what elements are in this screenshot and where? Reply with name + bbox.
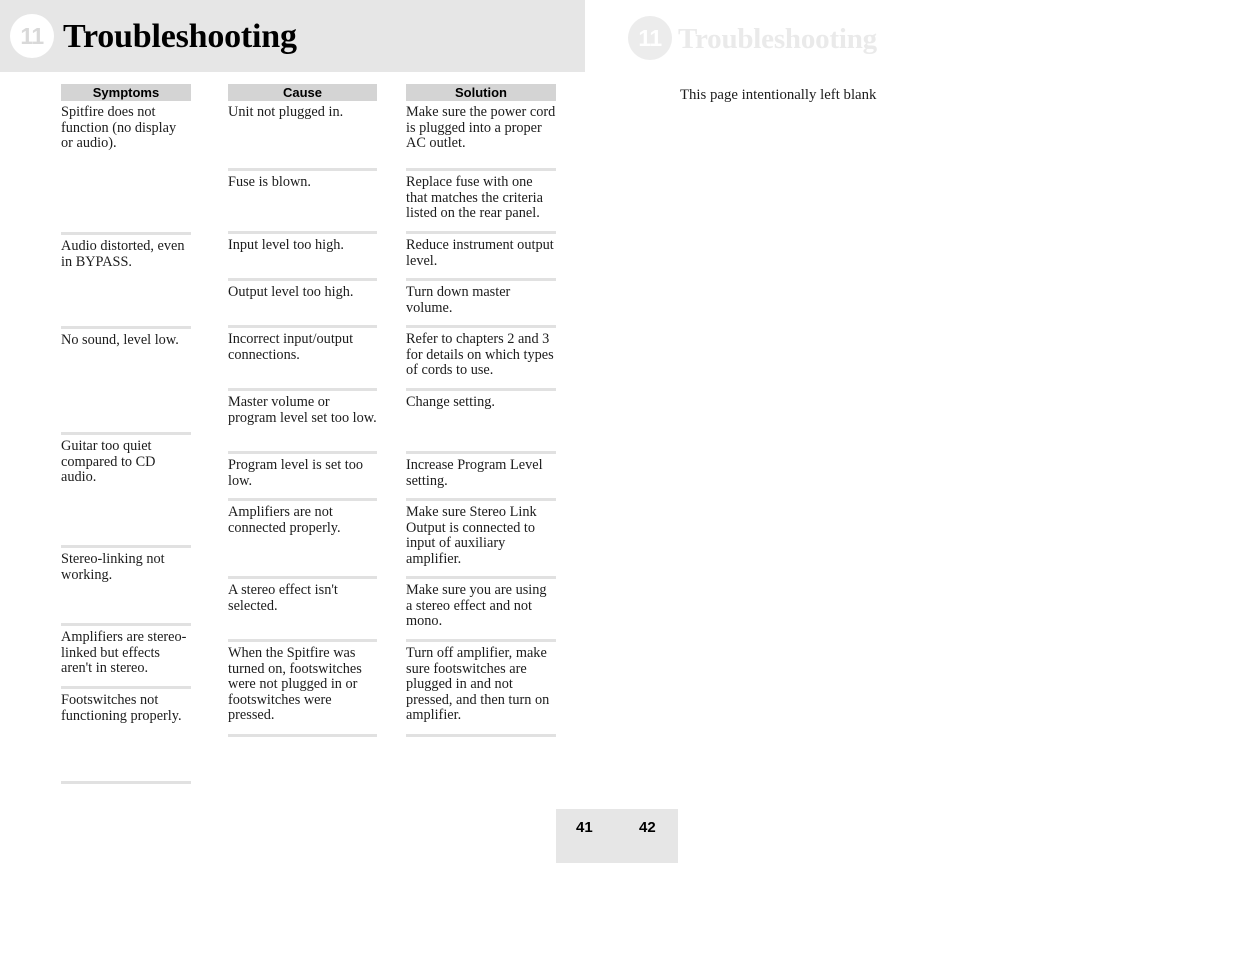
- table-cell-text: Amplifiers are stereo-linked but effects…: [61, 629, 187, 676]
- table-cell-text: Incorrect input/output connections.: [228, 331, 354, 363]
- chapter-header-banner: 11 Troubleshooting: [0, 0, 585, 72]
- right-page-title: Troubleshooting: [678, 23, 877, 55]
- right-page: 11 Troubleshooting This page intentional…: [620, 0, 1235, 954]
- table-cell-text: Refer to chapters 2 and 3 for details on…: [406, 331, 554, 378]
- table-cell-text: When the Spitfire was turned on, footswi…: [228, 645, 362, 723]
- table-cell: Spitfire does not function (no display o…: [61, 101, 191, 235]
- table-cell: Fuse is blown.: [228, 171, 377, 234]
- table-cell-text: Guitar too quiet compared to CD audio.: [61, 438, 156, 485]
- table-cell-text: Output level too high.: [228, 284, 354, 300]
- table-cell-text: No sound, level low.: [61, 332, 179, 348]
- table-cell: Audio distorted, even in BYPASS.: [61, 235, 191, 329]
- table-cell: A stereo effect isn't selected.: [228, 579, 377, 642]
- table-cell-text: Input level too high.: [228, 237, 344, 253]
- table-column-solution: Solution Make sure the power cord is plu…: [406, 84, 556, 737]
- table-cell-text: Stereo-linking not working.: [61, 551, 165, 583]
- table-cell-text: Program level is set too low.: [228, 457, 364, 489]
- table-cell-text: Increase Program Level setting.: [406, 457, 543, 489]
- page-title: Troubleshooting: [63, 18, 297, 55]
- table-cell-text: Spitfire does not function (no display o…: [61, 104, 177, 151]
- table-cell: Replace fuse with one that matches the c…: [406, 171, 556, 234]
- table-cell: Input level too high.: [228, 234, 377, 281]
- page-number-footer: 41 42: [556, 809, 678, 863]
- chapter-number-badge: 11: [10, 14, 54, 58]
- table-cell: Change setting.: [406, 391, 556, 454]
- table-cell: Output level too high.: [228, 281, 377, 328]
- column-header-cause: Cause: [228, 84, 377, 101]
- table-cell: No sound, level low.: [61, 329, 191, 435]
- table-cell-text: Turn off amplifier, make sure footswitch…: [406, 645, 550, 723]
- table-cell-text: Reduce instrument output level.: [406, 237, 554, 269]
- table-cell: Amplifiers are stereo-linked but effects…: [61, 626, 191, 689]
- table-cell: Guitar too quiet compared to CD audio.: [61, 435, 191, 548]
- symptoms-cell-list: Spitfire does not function (no display o…: [61, 101, 191, 784]
- table-cell: Increase Program Level setting.: [406, 454, 556, 501]
- table-cell-text: Make sure you are using a stereo effect …: [406, 582, 547, 629]
- table-cell: Amplifiers are not connected properly.: [228, 501, 377, 579]
- table-cell: Refer to chapters 2 and 3 for details on…: [406, 328, 556, 391]
- table-cell: Stereo-linking not working.: [61, 548, 191, 626]
- table-cell-text: Fuse is blown.: [228, 174, 312, 190]
- table-cell-text: Change setting.: [406, 394, 495, 410]
- table-cell-text: Audio distorted, even in BYPASS.: [61, 238, 185, 270]
- right-chapter-number-badge: 11: [628, 16, 672, 60]
- page-number-left: 41: [576, 819, 593, 836]
- table-cell: Make sure you are using a stereo effect …: [406, 579, 556, 642]
- cell-divider: [406, 734, 556, 737]
- table-cell: Make sure Stereo Link Output is connecte…: [406, 501, 556, 579]
- table-cell-text: Make sure the power cord is plugged into…: [406, 104, 556, 151]
- table-cell: Incorrect input/output connections.: [228, 328, 377, 391]
- table-cell: Footswitches not functioning properly.: [61, 689, 191, 784]
- column-header-solution: Solution: [406, 84, 556, 101]
- table-cell: Reduce instrument output level.: [406, 234, 556, 281]
- table-cell-text: Master volume or program level set too l…: [228, 394, 377, 426]
- page-number-right: 42: [639, 819, 656, 836]
- table-cell: Make sure the power cord is plugged into…: [406, 101, 556, 171]
- table-cell: Master volume or program level set too l…: [228, 391, 377, 454]
- table-cell-text: Turn down master volume.: [406, 284, 511, 316]
- table-column-cause: Cause Unit not plugged in. Fuse is blown.…: [228, 84, 377, 737]
- table-cell: Turn off amplifier, make sure footswitch…: [406, 642, 556, 737]
- table-cell-text: A stereo effect isn't selected.: [228, 582, 338, 614]
- table-cell-text: Replace fuse with one that matches the c…: [406, 174, 543, 221]
- table-cell: Unit not plugged in.: [228, 101, 377, 171]
- table-cell: Program level is set too low.: [228, 454, 377, 501]
- table-cell: When the Spitfire was turned on, footswi…: [228, 642, 377, 737]
- table-cell-text: Footswitches not functioning properly.: [61, 692, 182, 724]
- table-column-symptoms: Symptoms Spitfire does not function (no …: [61, 84, 191, 784]
- blank-page-note: This page intentionally left blank: [680, 87, 877, 103]
- table-cell-text: Amplifiers are not connected properly.: [228, 504, 341, 536]
- column-header-symptoms: Symptoms: [61, 84, 191, 101]
- table-cell-text: Unit not plugged in.: [228, 104, 344, 120]
- cause-cell-list: Unit not plugged in. Fuse is blown. Input …: [228, 101, 377, 737]
- table-cell: Turn down master volume.: [406, 281, 556, 328]
- table-cell-text: Make sure Stereo Link Output is connecte…: [406, 504, 537, 567]
- solution-cell-list: Make sure the power cord is plugged into…: [406, 101, 556, 737]
- cell-divider: [228, 734, 377, 737]
- cell-divider: [61, 781, 191, 784]
